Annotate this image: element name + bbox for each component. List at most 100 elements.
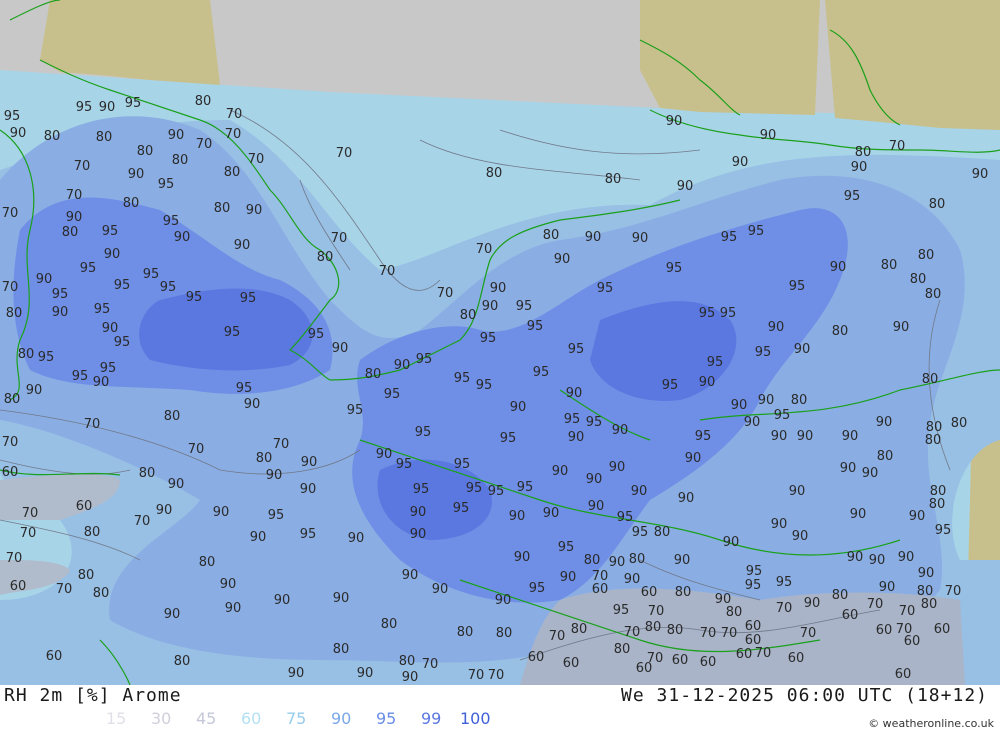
contour-label: 90	[666, 114, 683, 129]
contour-label: 95	[527, 319, 544, 334]
contour-label: 90	[685, 451, 702, 466]
contour-label: 95	[720, 306, 737, 321]
contour-label: 90	[36, 272, 53, 287]
contour-label: 90	[301, 455, 318, 470]
contour-label: 60	[895, 667, 912, 682]
contour-label: 80	[18, 347, 35, 362]
contour-label: 60	[46, 649, 63, 664]
contour-label: 95	[746, 564, 763, 579]
legend-item-45: 45	[196, 709, 217, 728]
contour-label: 80	[877, 449, 894, 464]
contour-label: 70	[2, 280, 19, 295]
contour-label: 90	[348, 531, 365, 546]
contour-label: 90	[376, 447, 393, 462]
contour-label: 95	[160, 280, 177, 295]
contour-label: 90	[168, 477, 185, 492]
contour-label: 95	[662, 378, 679, 393]
contour-label: 90	[847, 550, 864, 565]
contour-label: 80	[667, 623, 684, 638]
weather-map[interactable]: 95 90 80 95 90 95 80 70 80 90 70 80 80 70 70 70 90 95 80 70…	[0, 0, 1000, 685]
contour-label: 90	[804, 596, 821, 611]
contour-label: 90	[274, 593, 291, 608]
contour-label: 95	[517, 480, 534, 495]
contour-label: 70	[74, 159, 91, 174]
contour-label: 90	[432, 582, 449, 597]
credit-link[interactable]: © weatheronline.co.uk	[868, 717, 994, 730]
contour-label: 95	[454, 371, 471, 386]
contour-label: 80	[496, 626, 513, 641]
contour-label: 95	[844, 189, 861, 204]
contour-label: 95	[100, 361, 117, 376]
contour-label: 90	[288, 666, 305, 681]
contour-label: 70	[488, 668, 505, 683]
legend-item-100: 100	[460, 709, 491, 728]
contour-label: 80	[139, 466, 156, 481]
land-patch-sweden	[825, 0, 1000, 130]
contour-label: 90	[410, 505, 427, 520]
contour-label: 95	[748, 224, 765, 239]
contour-label: 70	[331, 231, 348, 246]
contour-label: 90	[99, 100, 116, 115]
contour-label: 70	[22, 506, 39, 521]
contour-label: 95	[707, 355, 724, 370]
contour-label: 95	[413, 482, 430, 497]
contour-label: 70	[648, 604, 665, 619]
contour-label: 90	[560, 570, 577, 585]
contour-label: 80	[654, 525, 671, 540]
legend-item-90: 90	[331, 709, 352, 728]
contour-label: 80	[951, 416, 968, 431]
contour-label: 95	[699, 306, 716, 321]
contour-label: 70	[248, 152, 265, 167]
contour-label: 80	[44, 129, 61, 144]
contour-label: 90	[768, 320, 785, 335]
contour-label: 90	[792, 529, 809, 544]
contour-label: 95	[186, 290, 203, 305]
credit-text: © weatheronline.co.uk	[868, 717, 994, 730]
contour-label: 90	[624, 572, 641, 587]
contour-label: 90	[164, 607, 181, 622]
map-title: RH 2m [%] Arome	[4, 685, 182, 706]
contour-label: 95	[755, 345, 772, 360]
contour-label: 90	[66, 210, 83, 225]
contour-label: 90	[918, 566, 935, 581]
contour-label: 90	[771, 429, 788, 444]
contour-label: 80	[460, 308, 477, 323]
contour-label: 80	[486, 166, 503, 181]
contour-label: 95	[721, 230, 738, 245]
contour-label: 95	[125, 96, 142, 111]
contour-label: 80	[791, 393, 808, 408]
contour-label: 90	[842, 429, 859, 444]
contour-label: 90	[250, 530, 267, 545]
contour-label: 95	[666, 261, 683, 276]
contour-label: 90	[552, 464, 569, 479]
contour-label: 90	[850, 507, 867, 522]
contour-label: 90	[609, 555, 626, 570]
contour-label: 80	[925, 433, 942, 448]
contour-label: 95	[558, 540, 575, 555]
contour-label: 80	[614, 642, 631, 657]
contour-label: 95	[774, 408, 791, 423]
contour-label: 95	[613, 603, 630, 618]
contour-label: 70	[468, 668, 485, 683]
contour-label: 95	[347, 403, 364, 418]
contour-label: 90	[585, 230, 602, 245]
contour-label: 80	[855, 145, 872, 160]
contour-label: 60	[700, 655, 717, 670]
contour-label: 60	[876, 623, 893, 638]
contour-label: 90	[674, 553, 691, 568]
contour-label: 95	[586, 415, 603, 430]
legend-item-95: 95	[376, 709, 397, 728]
contour-label: 70	[899, 604, 916, 619]
contour-label: 95	[564, 412, 581, 427]
contour-label: 90	[300, 482, 317, 497]
contour-label: 90	[869, 553, 886, 568]
contour-label: 80	[96, 130, 113, 145]
contour-label: 90	[631, 484, 648, 499]
contour-label: 90	[394, 358, 411, 373]
contour-label: 90	[234, 238, 251, 253]
contour-label: 70	[755, 646, 772, 661]
contour-label: 90	[333, 591, 350, 606]
contour-label: 90	[482, 299, 499, 314]
land-patch-denmark	[640, 0, 820, 115]
contour-label: 95	[415, 425, 432, 440]
